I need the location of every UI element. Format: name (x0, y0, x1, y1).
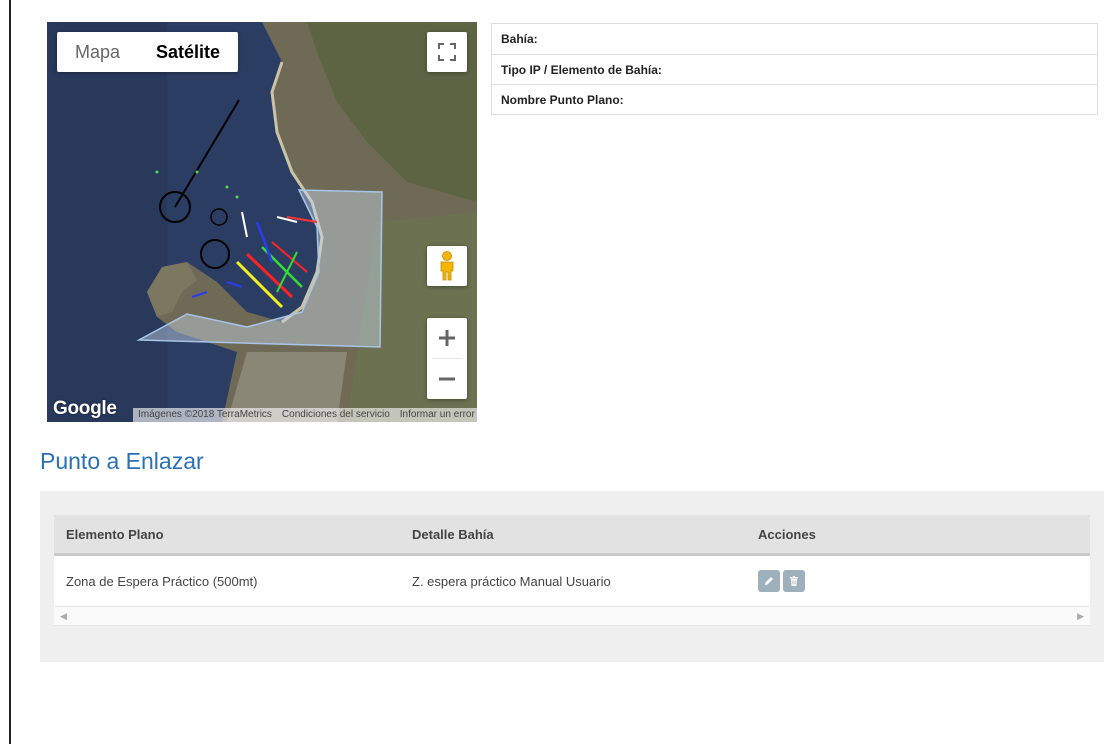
zoom-controls (427, 318, 467, 399)
minus-icon (439, 377, 455, 381)
cell-acciones (746, 570, 1090, 592)
satellite-imagery (47, 22, 477, 422)
google-logo: Google (53, 398, 117, 419)
edit-button[interactable] (758, 570, 780, 592)
map-type-mapa[interactable]: Mapa (57, 32, 138, 72)
data-grid: Elemento Plano Detalle Bahía Acciones Zo… (54, 515, 1090, 626)
column-header-detalle[interactable]: Detalle Bahía (400, 527, 746, 542)
fullscreen-button[interactable] (427, 32, 467, 72)
info-row-tipo-ip: Tipo IP / Elemento de Bahía: (492, 54, 1097, 84)
cell-elemento: Zona de Espera Práctico (500mt) (66, 573, 258, 589)
horizontal-scrollbar[interactable]: ◀ ▶ (54, 606, 1090, 626)
info-row-nombre-punto: Nombre Punto Plano: (492, 84, 1097, 114)
edit-icon (765, 577, 773, 585)
table-row[interactable]: Zona de Espera Práctico (500mt) Z. esper… (54, 556, 1090, 606)
info-table: Bahía: Tipo IP / Elemento de Bahía: Nomb… (491, 23, 1098, 115)
delete-button[interactable] (783, 570, 805, 592)
attribution-imagery: Imágenes ©2018 TerraMetrics (138, 409, 272, 420)
grid-header: Elemento Plano Detalle Bahía Acciones (54, 515, 1090, 556)
punto-enlazar-panel: Elemento Plano Detalle Bahía Acciones Zo… (40, 491, 1104, 662)
map-type-satelite[interactable]: Satélite (138, 32, 238, 72)
page-left-border (9, 0, 11, 744)
zoom-in-button[interactable] (427, 318, 467, 358)
report-error-link[interactable]: Informar un error en el mapa (395, 408, 477, 422)
map-satellite[interactable]: Mapa Satélite Google Imágenes ©2018 Terr… (47, 22, 477, 422)
section-title: Punto a Enlazar (40, 448, 204, 474)
trash-icon (790, 576, 798, 586)
zoom-out-button[interactable] (427, 359, 467, 399)
plus-icon (439, 330, 455, 346)
scroll-left-arrow-icon[interactable]: ◀ (60, 611, 67, 622)
column-header-acciones[interactable]: Acciones (746, 527, 1090, 542)
scroll-right-arrow-icon[interactable]: ▶ (1077, 611, 1084, 622)
map-attribution: Imágenes ©2018 TerraMetrics Condiciones … (133, 408, 477, 422)
cell-detalle: Z. espera práctico Manual Usuario (412, 573, 611, 589)
terms-link[interactable]: Condiciones del servicio (277, 408, 395, 422)
pegman-icon (440, 251, 454, 281)
street-view-button[interactable] (427, 246, 467, 286)
map-type-toggle: Mapa Satélite (57, 32, 239, 72)
column-header-elemento[interactable]: Elemento Plano (54, 527, 400, 542)
info-row-bahia: Bahía: (501, 32, 538, 46)
fullscreen-icon (438, 43, 456, 61)
